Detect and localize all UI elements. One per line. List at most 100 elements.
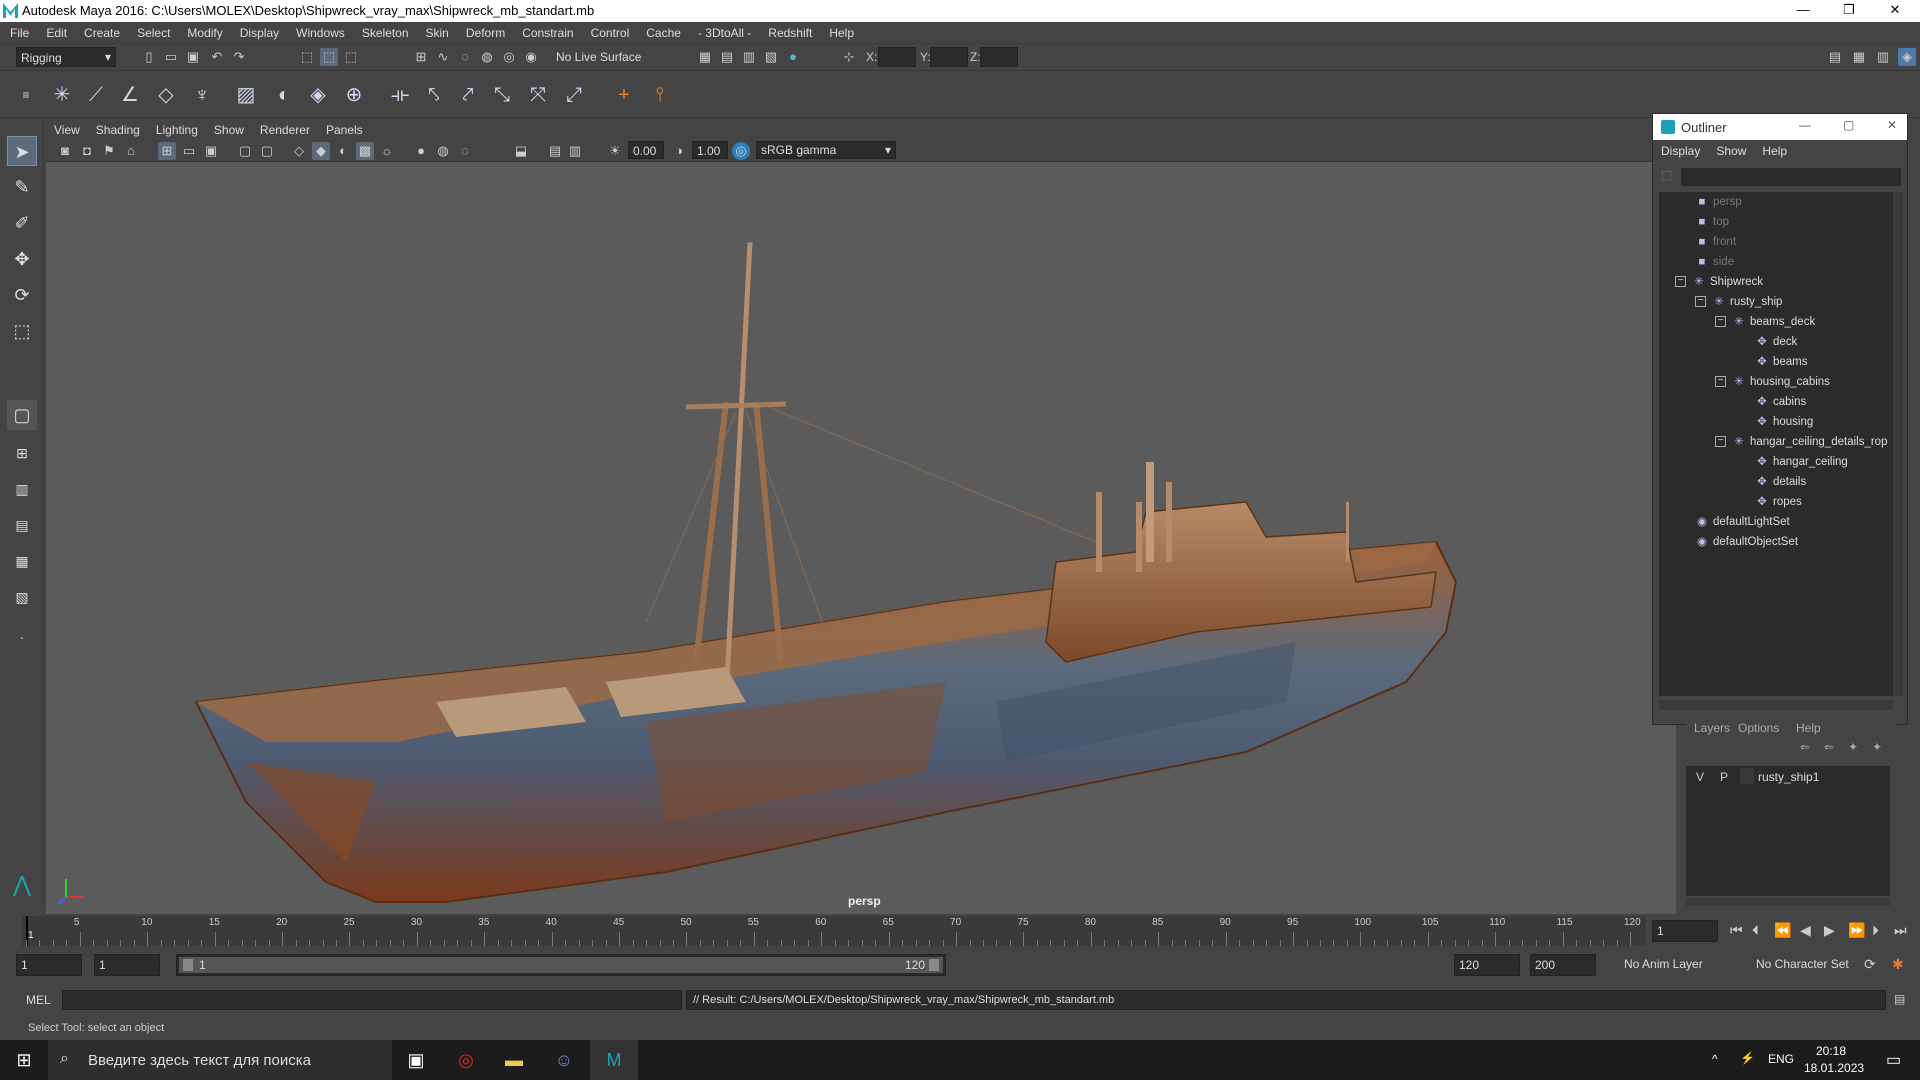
animation-prefs-icon[interactable]: ✱ <box>1892 956 1904 973</box>
outliner-node-persp[interactable]: ■ persp <box>1695 192 1742 212</box>
layers-tab[interactable]: Layers <box>1694 721 1730 735</box>
playback-end-field[interactable]: 120 <box>1454 954 1520 976</box>
lasso-tool-icon[interactable]: ✎ <box>7 172 37 202</box>
filter-icon[interactable]: ⬚ <box>1661 168 1672 182</box>
vp-menu-lighting[interactable]: Lighting <box>148 120 206 137</box>
scale-tool-icon[interactable]: ⬚ <box>7 316 37 346</box>
step-forward-key-icon[interactable]: ⏩ <box>1848 922 1865 939</box>
playback-start-field[interactable]: 1 <box>94 954 160 976</box>
network-icon[interactable]: ⚡ <box>1740 1051 1755 1065</box>
vp-menu-show[interactable]: Show <box>206 120 252 137</box>
layer-playback-toggle[interactable]: P <box>1720 770 1728 784</box>
menu-skeleton[interactable]: Skeleton <box>352 22 416 40</box>
select-hierarchy-icon[interactable]: ⬚ <box>298 48 316 66</box>
menu-redshift[interactable]: Redshift <box>758 22 819 40</box>
mode-selector[interactable]: Rigging ▾ <box>16 47 116 67</box>
graph-persp-layout-icon[interactable]: ▤ <box>7 510 37 540</box>
step-back-icon[interactable]: ⏴ <box>1752 922 1759 939</box>
menu-skin[interactable]: Skin <box>416 22 456 40</box>
layer-move-down-icon[interactable]: ⇐ <box>1824 740 1834 754</box>
layer-name[interactable]: rusty_ship1 <box>1758 770 1819 784</box>
transform-mode-icon[interactable]: ⊹ <box>840 48 858 66</box>
menu-windows[interactable]: Windows <box>286 22 352 40</box>
pole-vector-icon[interactable]: ⤢ <box>562 83 586 107</box>
outliner-menu-help[interactable]: Help <box>1754 140 1795 158</box>
hypershade-layout-icon[interactable]: ▦ <box>7 546 37 576</box>
maximize-icon[interactable]: ▢ <box>1843 118 1854 132</box>
four-view-icon[interactable]: ⊞ <box>7 438 37 468</box>
menu-3dtoall[interactable]: - 3DtoAll - <box>688 22 758 40</box>
ik-handle-icon[interactable]: ⟋ <box>84 83 108 107</box>
minimize-icon[interactable]: — <box>1799 118 1811 132</box>
language-indicator[interactable]: ENG <box>1768 1052 1794 1066</box>
z-field[interactable] <box>980 47 1018 67</box>
layer-h-scrollbar[interactable] <box>1686 898 1890 906</box>
character-set-dropdown[interactable]: No Character Set <box>1752 954 1872 976</box>
step-back-key-icon[interactable]: ⏪ <box>1774 922 1791 939</box>
custom-layout-icon[interactable]: · <box>7 622 37 652</box>
mel-input[interactable] <box>62 990 682 1010</box>
default-material-icon[interactable]: ◐ <box>334 142 352 160</box>
outliner-node-details[interactable]: ✥ details <box>1755 472 1806 492</box>
outliner-node-top[interactable]: ■ top <box>1695 212 1729 232</box>
collapse-icon[interactable]: − <box>1715 376 1726 388</box>
camera-select-icon[interactable]: ◙ <box>56 142 74 160</box>
wrap-deformer-icon[interactable]: ◈ <box>306 83 330 107</box>
outliner-menu-show[interactable]: Show <box>1708 140 1754 158</box>
menu-control[interactable]: Control <box>581 22 637 40</box>
open-scene-icon[interactable]: ▭ <box>162 48 180 66</box>
outliner-node-beams[interactable]: ✥ beams <box>1755 352 1807 372</box>
ambient-occlusion-icon[interactable]: ◍ <box>434 142 452 160</box>
outliner-node-beams-deck[interactable]: − ✳ beams_deck <box>1715 312 1815 332</box>
discord-icon[interactable]: ☺ <box>540 1040 588 1080</box>
vp-menu-panels[interactable]: Panels <box>318 120 371 137</box>
restore-button[interactable]: ❐ <box>1826 0 1872 22</box>
joint-tool-icon[interactable]: ✳ <box>50 83 74 107</box>
close-icon[interactable]: ✕ <box>1887 118 1897 132</box>
help-tab[interactable]: Help <box>1796 721 1821 735</box>
new-layer-selected-icon[interactable]: ✦ <box>1872 740 1882 754</box>
outliner-node-housing-cabins[interactable]: − ✳ housing_cabins <box>1715 372 1830 392</box>
render-frame-icon[interactable]: ▤ <box>718 48 736 66</box>
menu-cache[interactable]: Cache <box>636 22 688 40</box>
tray-chevron-icon[interactable]: ^ <box>1712 1052 1718 1066</box>
camera-lock-icon[interactable]: ◘ <box>78 142 96 160</box>
live-surface-label[interactable]: No Live Surface <box>556 50 641 64</box>
uv-layout-icon[interactable]: ▧ <box>7 582 37 612</box>
menu-display[interactable]: Display <box>230 22 286 40</box>
wireframe-icon[interactable]: ◇ <box>290 142 308 160</box>
outliner-node-rusty-ship[interactable]: − ✳ rusty_ship <box>1695 292 1782 312</box>
select-object-icon[interactable]: ⬚ <box>320 48 338 66</box>
aim-constraint-icon[interactable]: ⤣ <box>422 83 446 107</box>
bind-skin-icon[interactable]: ◇ <box>154 83 178 107</box>
vp-menu-renderer[interactable]: Renderer <box>252 120 318 137</box>
layer-color-swatch[interactable] <box>1740 768 1754 784</box>
file-explorer-icon[interactable]: ▬ <box>490 1040 538 1080</box>
maya-taskbar-icon[interactable]: M <box>590 1040 638 1080</box>
close-button[interactable]: ✕ <box>1872 0 1918 22</box>
bookmark-icon[interactable]: ⚑ <box>100 142 118 160</box>
range-start-grip[interactable] <box>183 959 193 971</box>
render-settings-icon[interactable]: ▦ <box>696 48 714 66</box>
menu-deform[interactable]: Deform <box>456 22 512 40</box>
outliner-node-default-object-set[interactable]: ◉ defaultObjectSet <box>1695 532 1798 552</box>
layer-visibility-toggle[interactable]: V <box>1696 770 1704 784</box>
options-tab[interactable]: Options <box>1738 721 1779 735</box>
collapse-icon[interactable]: − <box>1695 296 1706 308</box>
outliner-node-hangar-ceiling[interactable]: ✥ hangar_ceiling <box>1755 452 1848 472</box>
vp-menu-shading[interactable]: Shading <box>88 120 148 137</box>
mel-label[interactable]: MEL <box>26 993 51 1007</box>
end-time-field[interactable]: 200 <box>1530 954 1596 976</box>
channel-box-icon[interactable]: ▥ <box>1874 48 1892 66</box>
snap-view-icon[interactable]: ◍ <box>478 48 496 66</box>
play-forwards-icon[interactable]: ▶ <box>1824 922 1835 939</box>
exposure-icon[interactable]: ☀ <box>606 142 624 160</box>
collapse-icon[interactable]: − <box>1715 316 1726 328</box>
menu-edit[interactable]: Edit <box>36 22 74 40</box>
range-slider[interactable]: 1 120 <box>176 954 946 976</box>
orient-constraint-icon[interactable]: ⤤ <box>456 83 480 107</box>
modeling-toolkit-icon[interactable]: ◈ <box>1898 48 1916 66</box>
layer-row[interactable]: V P rusty_ship1 <box>1686 766 1890 788</box>
gamma-field[interactable]: 1.00 <box>692 141 728 159</box>
ik-spline-icon[interactable]: ∠ <box>118 83 142 107</box>
